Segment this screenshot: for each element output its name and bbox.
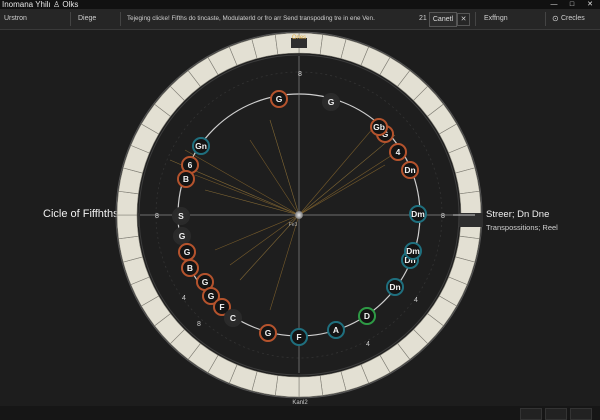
note-label: C: [230, 313, 236, 323]
note-label: G: [265, 328, 272, 338]
note-button[interactable]: Dn: [401, 161, 419, 179]
footer-button[interactable]: [570, 408, 592, 420]
note-button[interactable]: F: [290, 328, 308, 346]
tick-label: 4: [182, 295, 186, 302]
note-button[interactable]: Dn: [386, 278, 404, 296]
ring-segment[interactable]: [116, 214, 139, 240]
note-button[interactable]: D: [358, 307, 376, 325]
note-label: F: [219, 302, 224, 312]
ring-segment[interactable]: [459, 190, 482, 216]
note-label: G: [208, 291, 215, 301]
note-label: Gb: [373, 122, 385, 132]
note-label: G: [202, 277, 209, 287]
ring-segment[interactable]: [116, 190, 139, 216]
note-button[interactable]: Gn: [192, 137, 210, 155]
footer-button[interactable]: [545, 408, 567, 420]
note-button[interactable]: G: [173, 227, 191, 245]
note-label: G: [328, 97, 335, 107]
note-label: Dn: [389, 282, 400, 292]
ring-segment[interactable]: [298, 375, 324, 398]
note-label: B: [183, 174, 189, 184]
note-label: F: [296, 332, 301, 342]
tick-label: 8: [197, 321, 201, 328]
note-button[interactable]: S: [172, 207, 190, 225]
note-label: Gn: [195, 141, 207, 151]
note-label: G: [179, 231, 186, 241]
note-button[interactable]: Dm: [404, 242, 422, 260]
note-button[interactable]: B: [181, 259, 199, 277]
note-label: A: [333, 325, 339, 335]
note-button[interactable]: G: [259, 324, 277, 342]
note-button[interactable]: B: [177, 170, 195, 188]
note-button[interactable]: Gb: [370, 118, 388, 136]
top-marker: 8: [298, 71, 302, 78]
note-label: G: [276, 94, 283, 104]
tick-label: 4: [366, 341, 370, 348]
note-label: 6: [188, 160, 193, 170]
note-button[interactable]: G: [322, 93, 340, 111]
right-marker: 8: [441, 213, 445, 220]
note-label: Dm: [411, 209, 425, 219]
note-button[interactable]: G: [270, 90, 288, 108]
note-button[interactable]: G: [178, 243, 196, 261]
center-label: Fe3: [289, 222, 298, 228]
wheel-center-knob[interactable]: [295, 211, 303, 219]
ring-segment[interactable]: [274, 375, 300, 398]
note-button[interactable]: A: [327, 321, 345, 339]
footer-button[interactable]: [520, 408, 542, 420]
top-label: Ones: [292, 35, 306, 41]
footer-bar: [0, 406, 600, 420]
note-label: Dn: [404, 165, 415, 175]
left-marker: 8: [155, 213, 159, 220]
tick-label: 4: [414, 297, 418, 304]
note-label: D: [364, 311, 370, 321]
note-button[interactable]: Dm: [409, 205, 427, 223]
note-label: S: [178, 211, 184, 221]
note-label: G: [184, 247, 191, 257]
note-label: B: [187, 263, 193, 273]
note-button[interactable]: 4: [389, 143, 407, 161]
circle-of-fifths-wheel[interactable]: G GGn6BSGGBGGFCG FADDnDnDmDmDn4GGb Ones 8 …: [0, 0, 600, 420]
note-button[interactable]: C: [224, 309, 242, 327]
note-label: Dm: [406, 246, 420, 256]
note-label: 4: [396, 147, 401, 157]
